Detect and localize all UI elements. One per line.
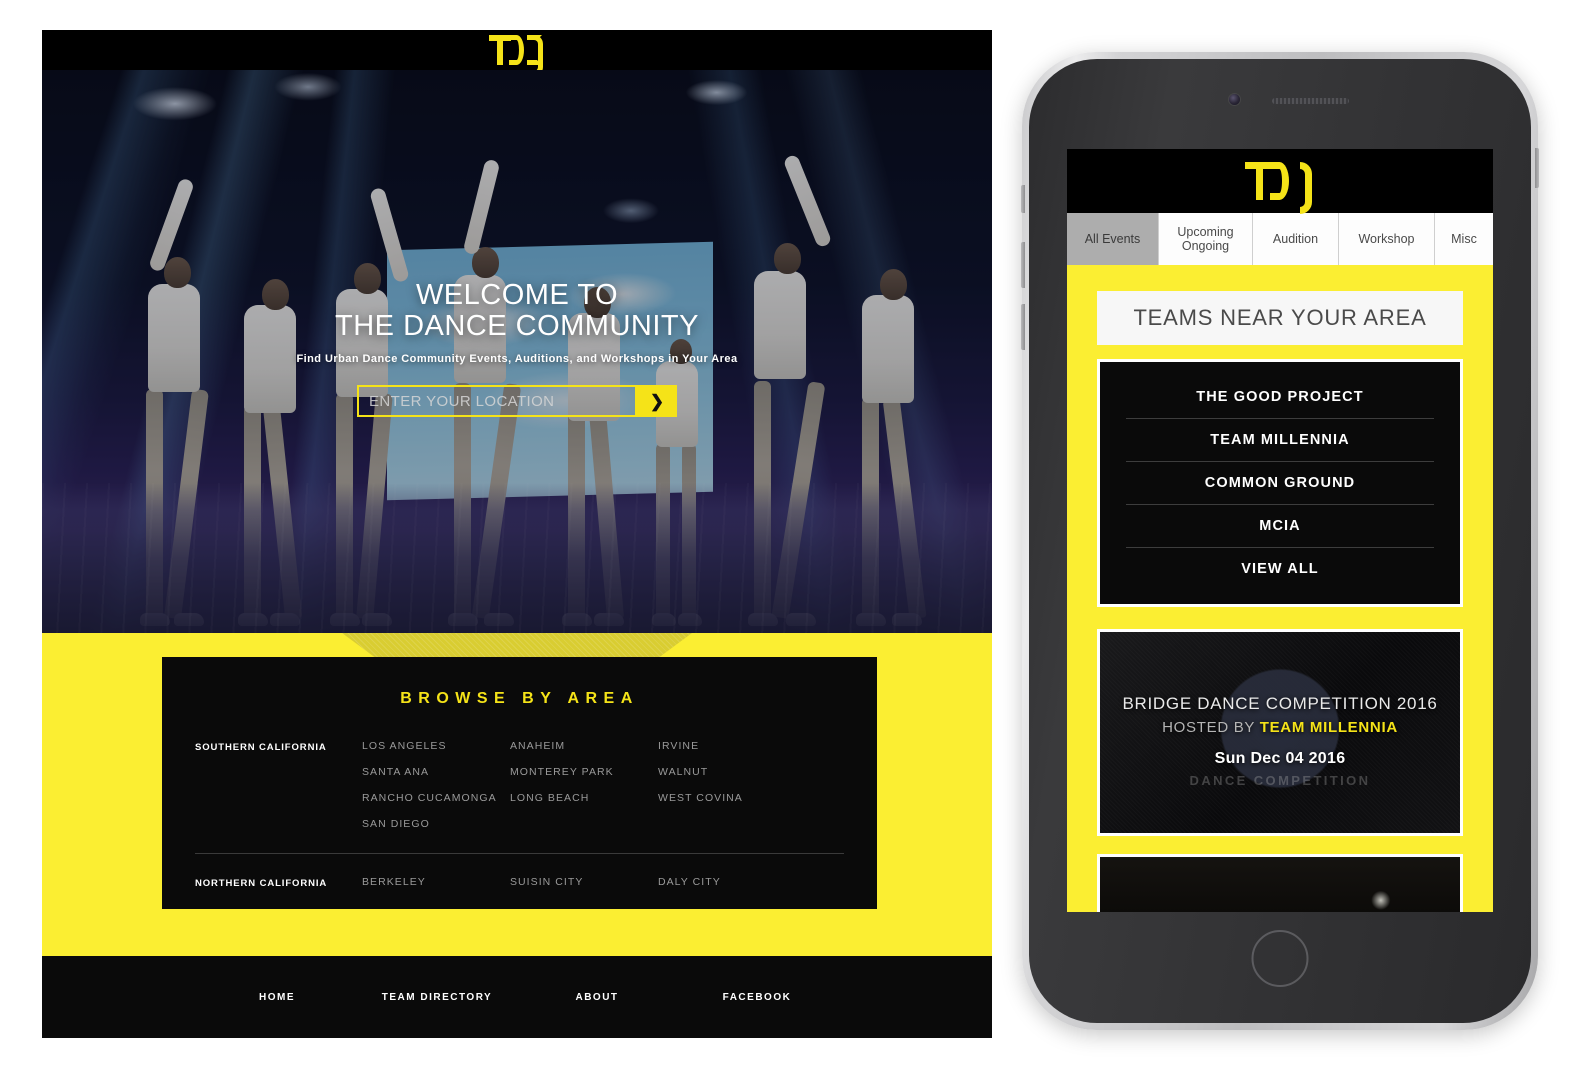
browse-section: BROWSE BY AREA SOUTHERN CALIFORNIA LOS A… xyxy=(42,633,992,996)
region-label: SOUTHERN CALIFORNIA xyxy=(195,742,327,753)
city-link[interactable]: IRVINE xyxy=(658,740,806,752)
event-filter-tabs: All Events Upcoming Ongoing Audition Wor… xyxy=(1067,213,1493,265)
volume-down-button[interactable] xyxy=(1021,304,1025,350)
city-link[interactable]: RANCHO CUCAMONGA xyxy=(362,792,510,804)
tab-workshop[interactable]: Workshop xyxy=(1339,213,1435,265)
footer-link-home[interactable]: HOME xyxy=(197,992,357,1003)
city-link[interactable]: WALNUT xyxy=(658,766,806,778)
hero-subtitle: Find Urban Dance Community Events, Audit… xyxy=(296,353,738,365)
city-link[interactable]: WEST COVINA xyxy=(658,792,806,804)
tdc-logo-icon[interactable] xyxy=(489,34,545,76)
hero-title-line1: WELCOME TO xyxy=(415,279,619,311)
team-list-item[interactable]: COMMON GROUND xyxy=(1126,462,1434,505)
desktop-top-bar xyxy=(42,30,992,76)
region-northern-california: NORTHERN CALIFORNIA BERKELEY SUISIN CITY… xyxy=(162,876,877,889)
phone-header xyxy=(1067,149,1493,214)
chevron-right-icon: ❯ xyxy=(649,391,665,411)
region-divider xyxy=(195,853,844,854)
teams-near-you-header: TEAMS NEAR YOUR AREA xyxy=(1097,291,1463,345)
desktop-mockup: WELCOME TO THE DANCE COMMUNITY Find Urba… xyxy=(42,30,992,1038)
earpiece-speaker-icon xyxy=(1272,98,1349,104)
tab-audition[interactable]: Audition xyxy=(1253,213,1339,265)
event-date: Sun Dec 04 2016 xyxy=(1214,750,1346,767)
location-search-form: ❯ xyxy=(357,385,677,417)
team-list-item[interactable]: THE GOOD PROJECT xyxy=(1126,376,1434,419)
phone-content: TEAMS NEAR YOUR AREA THE GOOD PROJECT TE… xyxy=(1067,291,1493,912)
footer-link-about[interactable]: ABOUT xyxy=(517,992,677,1003)
phone-screen: All Events Upcoming Ongoing Audition Wor… xyxy=(1067,149,1493,912)
hero-title-line2: THE DANCE COMMUNITY xyxy=(335,310,699,342)
footer-link-team-directory[interactable]: TEAM DIRECTORY xyxy=(357,992,517,1003)
city-column: DALY CITY xyxy=(658,876,806,889)
event-hosted-by-label: HOSTED BY xyxy=(1162,719,1260,736)
city-column: IRVINE WALNUT WEST COVINA xyxy=(658,740,806,844)
city-link[interactable]: LOS ANGELES xyxy=(362,740,510,752)
city-column: SUISIN CITY xyxy=(510,876,658,889)
city-link[interactable]: ANAHEIM xyxy=(510,740,658,752)
city-link[interactable]: SUISIN CITY xyxy=(510,876,658,888)
city-link[interactable]: SAN DIEGO xyxy=(362,818,510,830)
tab-upcoming-ongoing[interactable]: Upcoming Ongoing xyxy=(1159,213,1253,265)
region-label: NORTHERN CALIFORNIA xyxy=(195,878,328,889)
browse-by-area-card: BROWSE BY AREA SOUTHERN CALIFORNIA LOS A… xyxy=(162,657,877,909)
city-column: ANAHEIM MONTEREY PARK LONG BEACH xyxy=(510,740,658,844)
team-view-all-link[interactable]: VIEW ALL xyxy=(1126,548,1434,590)
city-link[interactable]: MONTEREY PARK xyxy=(510,766,658,778)
team-list-item[interactable]: MCIA xyxy=(1126,505,1434,548)
volume-up-button[interactable] xyxy=(1021,242,1025,288)
tab-all-events[interactable]: All Events xyxy=(1067,213,1159,265)
city-link[interactable]: LONG BEACH xyxy=(510,792,658,804)
event-host-name[interactable]: TEAM MILLENNIA xyxy=(1260,719,1398,736)
browse-title: BROWSE BY AREA xyxy=(400,690,639,707)
footer-link-facebook[interactable]: FACEBOOK xyxy=(677,992,837,1003)
search-submit-button[interactable]: ❯ xyxy=(637,385,677,417)
event-card-watermark: DANCE COMPETITION xyxy=(1189,773,1371,788)
event-title: BRIDGE DANCE COMPETITION 2016 xyxy=(1122,694,1438,713)
location-search-input[interactable] xyxy=(357,385,637,417)
teams-list: THE GOOD PROJECT TEAM MILLENNIA COMMON G… xyxy=(1097,359,1463,607)
event-card-partial[interactable] xyxy=(1097,854,1463,912)
power-button[interactable] xyxy=(1535,148,1539,188)
hero-copy-block: WELCOME TO THE DANCE COMMUNITY Find Urba… xyxy=(42,280,992,417)
region-southern-california: SOUTHERN CALIFORNIA LOS ANGELES SANTA AN… xyxy=(162,740,877,844)
city-link[interactable]: DALY CITY xyxy=(658,876,806,888)
mute-switch-button[interactable] xyxy=(1021,185,1025,213)
screenshot-canvas: WELCOME TO THE DANCE COMMUNITY Find Urba… xyxy=(0,0,1578,1080)
city-link[interactable]: BERKELEY xyxy=(362,876,510,888)
event-card[interactable]: DANCE COMPETITION BRIDGE DANCE COMPETITI… xyxy=(1097,629,1463,836)
hero-section: WELCOME TO THE DANCE COMMUNITY Find Urba… xyxy=(42,70,992,633)
tab-misc[interactable]: Misc xyxy=(1435,213,1493,265)
city-column: BERKELEY xyxy=(362,876,510,889)
city-link[interactable]: SANTA ANA xyxy=(362,766,510,778)
event-host-line: HOSTED BY TEAM MILLENNIA xyxy=(1100,719,1460,736)
tdc-logo-icon[interactable] xyxy=(1245,162,1315,214)
home-button[interactable] xyxy=(1251,930,1309,987)
site-footer: HOME TEAM DIRECTORY ABOUT FACEBOOK xyxy=(42,956,992,1038)
front-camera-icon xyxy=(1229,94,1240,105)
team-list-item[interactable]: TEAM MILLENNIA xyxy=(1126,419,1434,462)
phone-mockup: All Events Upcoming Ongoing Audition Wor… xyxy=(1021,52,1539,1030)
city-column: LOS ANGELES SANTA ANA RANCHO CUCAMONGA S… xyxy=(362,740,510,844)
